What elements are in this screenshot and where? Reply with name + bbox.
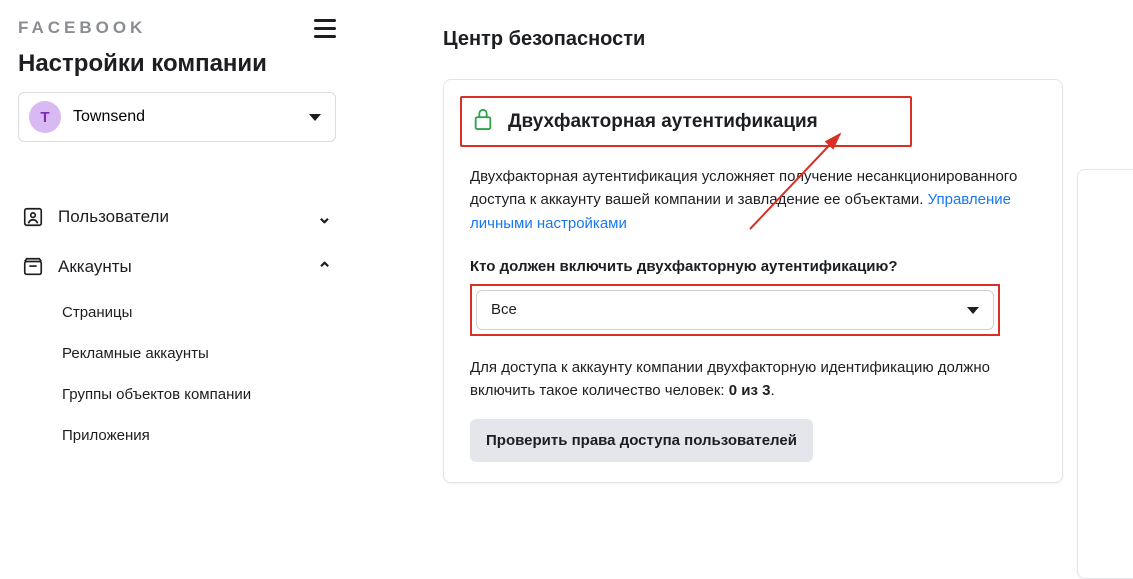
annotation-box-heading: Двухфакторная аутентификация xyxy=(460,96,912,147)
accounts-icon xyxy=(22,256,44,278)
twofa-who-select[interactable]: Все xyxy=(476,290,994,330)
sidebar-subitem-asset-groups[interactable]: Группы объектов компании xyxy=(62,374,336,415)
check-access-button[interactable]: Проверить права доступа пользователей xyxy=(470,419,813,462)
twofa-info-text: Для доступа к аккаунту компании двухфакт… xyxy=(470,356,1036,403)
sidebar: FACEBOOK Настройки компании T Townsend xyxy=(0,0,355,512)
adjacent-card-edge xyxy=(1077,169,1133,579)
twofa-card: Двухфакторная аутентификация Двухфакторн… xyxy=(443,79,1063,483)
main-content: Центр безопасности Двухфакторная аутенти… xyxy=(355,0,1133,512)
nav-label: Аккаунты xyxy=(58,257,132,277)
nav-label: Пользователи xyxy=(58,207,169,227)
company-selector[interactable]: T Townsend xyxy=(18,92,336,142)
card-heading: Двухфакторная аутентификация xyxy=(508,111,818,133)
sidebar-subitem-ad-accounts[interactable]: Рекламные аккаунты xyxy=(62,333,336,374)
chevron-down-icon xyxy=(967,307,979,314)
lock-icon xyxy=(472,106,494,137)
hamburger-icon[interactable] xyxy=(314,19,336,38)
twofa-question: Кто должен включить двухфакторную аутент… xyxy=(470,255,1036,278)
sidebar-item-users[interactable]: Пользователи ⌄ xyxy=(18,192,336,242)
main-title: Центр безопасности xyxy=(443,28,1133,51)
select-value: Все xyxy=(491,298,517,321)
company-avatar: T xyxy=(29,101,61,133)
annotation-box-select: Все xyxy=(470,284,1000,336)
brand-logo: FACEBOOK xyxy=(18,18,146,38)
info-suffix: . xyxy=(770,382,774,399)
sidebar-subitem-pages[interactable]: Страницы xyxy=(62,292,336,333)
chevron-down-icon: ⌄ xyxy=(317,207,332,228)
company-name: Townsend xyxy=(73,108,145,126)
info-count: 0 из 3 xyxy=(729,382,771,399)
sidebar-subitem-apps[interactable]: Приложения xyxy=(62,415,336,456)
users-icon xyxy=(22,206,44,228)
page-title: Настройки компании xyxy=(18,50,336,78)
sidebar-item-accounts[interactable]: Аккаунты ⌄ xyxy=(18,242,336,292)
chevron-up-icon: ⌄ xyxy=(317,257,332,278)
chevron-down-icon xyxy=(309,114,321,121)
